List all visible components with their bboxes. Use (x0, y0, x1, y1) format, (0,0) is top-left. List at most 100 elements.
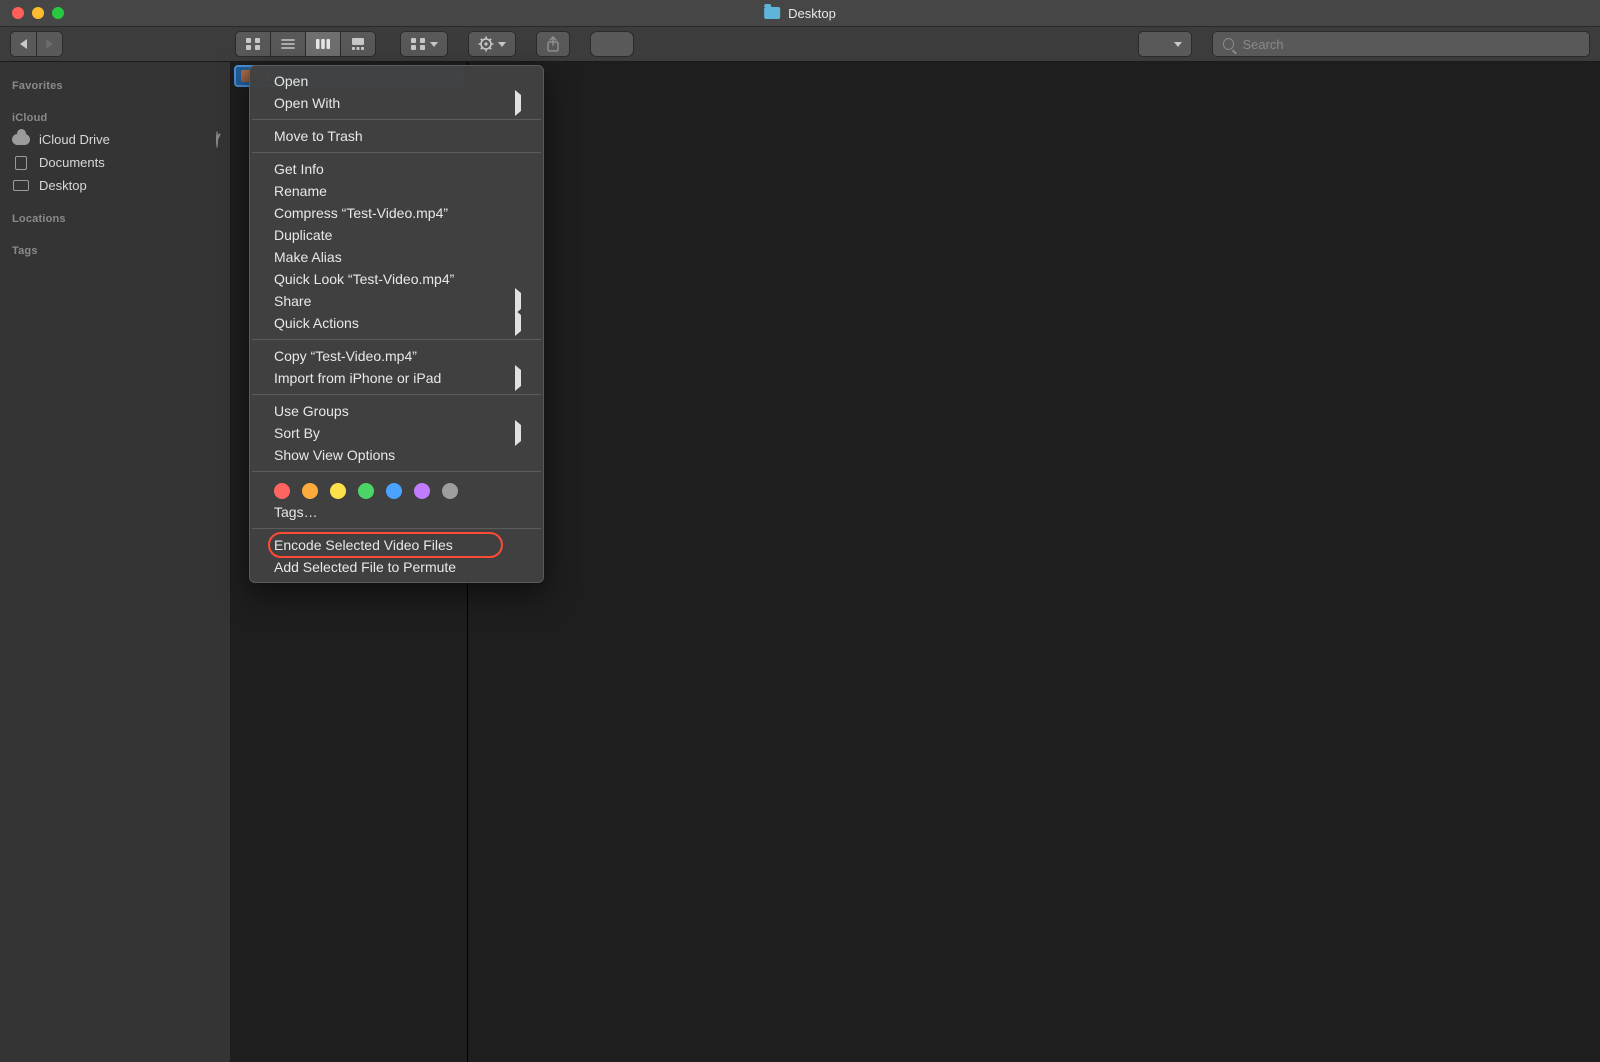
search-input[interactable] (1242, 37, 1579, 52)
view-mode-buttons (235, 31, 376, 57)
sidebar-item-label: Desktop (39, 178, 87, 193)
menu-item-label: Rename (274, 183, 327, 199)
sidebar-header-locations: Locations (0, 207, 230, 229)
menu-item-move-to-trash[interactable]: Move to Trash (250, 125, 543, 147)
gear-icon (478, 36, 494, 52)
menu-item-label: Sort By (274, 425, 320, 441)
gallery-view-button[interactable] (341, 32, 375, 56)
menu-item-open[interactable]: Open (250, 70, 543, 92)
zoom-window-button[interactable] (52, 7, 64, 19)
menu-item-label: Copy “Test-Video.mp4” (274, 348, 417, 364)
sidebar-header-icloud: iCloud (0, 106, 230, 128)
gallery-icon (350, 37, 366, 51)
menu-item-label: Move to Trash (274, 128, 363, 144)
close-window-button[interactable] (12, 7, 24, 19)
titlebar: Desktop (0, 0, 1600, 27)
submenu-arrow-icon (515, 310, 521, 336)
menu-item-label: Tags… (274, 504, 318, 520)
menu-item-label: Compress “Test-Video.mp4” (274, 205, 448, 221)
path-dropdown[interactable] (1138, 31, 1192, 57)
submenu-arrow-icon (515, 90, 521, 116)
submenu-arrow-icon (515, 420, 521, 446)
forward-button[interactable] (37, 32, 62, 56)
menu-item-rename[interactable]: Rename (250, 180, 543, 202)
menu-item-label: Duplicate (274, 227, 332, 243)
toolbar (0, 27, 1600, 62)
menu-item-label: Open With (274, 95, 340, 111)
folder-icon (764, 7, 780, 19)
sidebar: Favorites iCloud iCloud Drive Documents … (0, 62, 231, 1062)
action-button[interactable] (468, 31, 516, 57)
menu-separator (252, 152, 541, 153)
tag-color-dot[interactable] (414, 483, 430, 499)
menu-item-label: Quick Look “Test-Video.mp4” (274, 271, 454, 287)
menu-separator (252, 394, 541, 395)
list-view-button[interactable] (271, 32, 306, 56)
chevron-down-icon (430, 42, 438, 47)
menu-item-label: Make Alias (274, 249, 342, 265)
window-controls (0, 7, 64, 19)
menu-item-sort-by[interactable]: Sort By (250, 422, 543, 444)
menu-item-add-selected-file-to-permute[interactable]: Add Selected File to Permute (250, 556, 543, 578)
submenu-arrow-icon (515, 365, 521, 391)
tag-color-dot[interactable] (358, 483, 374, 499)
context-menu: Open Open With Move to Trash Get Info Rename… (249, 65, 544, 583)
columns-icon (315, 37, 331, 51)
minimize-window-button[interactable] (32, 7, 44, 19)
menu-item-label: Get Info (274, 161, 324, 177)
tag-color-dot[interactable] (330, 483, 346, 499)
menu-separator (252, 528, 541, 529)
menu-item-tags[interactable]: Tags… (250, 501, 543, 523)
sidebar-item-label: Documents (39, 155, 105, 170)
sidebar-header-favorites: Favorites (0, 74, 230, 96)
chevron-down-icon (498, 42, 506, 47)
menu-separator (252, 119, 541, 120)
menu-item-make-alias[interactable]: Make Alias (250, 246, 543, 268)
chevron-down-icon (1174, 42, 1182, 47)
menu-item-share[interactable]: Share (250, 290, 543, 312)
menu-separator (252, 471, 541, 472)
menu-item-open-with[interactable]: Open With (250, 92, 543, 114)
menu-item-label: Add Selected File to Permute (274, 559, 456, 575)
icon-view-button[interactable] (236, 32, 271, 56)
menu-separator (252, 339, 541, 340)
sidebar-item-icloud-drive[interactable]: iCloud Drive (0, 128, 230, 151)
menu-tag-colors (250, 477, 543, 501)
menu-item-use-groups[interactable]: Use Groups (250, 400, 543, 422)
menu-item-get-info[interactable]: Get Info (250, 158, 543, 180)
sidebar-item-desktop[interactable]: Desktop (0, 174, 230, 197)
menu-item-label: Show View Options (274, 447, 395, 463)
menu-item-import-from-iphone-or-ipad[interactable]: Import from iPhone or iPad (250, 367, 543, 389)
preview-column (468, 62, 1600, 1062)
sidebar-item-documents[interactable]: Documents (0, 151, 230, 174)
menu-item-label: Quick Actions (274, 315, 359, 331)
cloud-icon (12, 134, 30, 145)
tag-color-dot[interactable] (302, 483, 318, 499)
search-icon (1223, 38, 1234, 50)
menu-item-duplicate[interactable]: Duplicate (250, 224, 543, 246)
search-field[interactable] (1212, 31, 1590, 57)
group-by-button[interactable] (400, 31, 448, 57)
menu-item-quick-look-test-video-mp4[interactable]: Quick Look “Test-Video.mp4” (250, 268, 543, 290)
window-title-text: Desktop (788, 6, 836, 21)
menu-item-compress-test-video-mp4[interactable]: Compress “Test-Video.mp4” (250, 202, 543, 224)
tag-color-dot[interactable] (274, 483, 290, 499)
menu-item-label: Import from iPhone or iPad (274, 370, 441, 386)
menu-item-copy-test-video-mp4[interactable]: Copy “Test-Video.mp4” (250, 345, 543, 367)
menu-item-quick-actions[interactable]: Quick Actions (250, 312, 543, 334)
tags-button[interactable] (590, 31, 634, 57)
grid-icon (245, 37, 261, 51)
list-icon (280, 37, 296, 51)
progress-icon (216, 131, 218, 148)
back-button[interactable] (11, 32, 37, 56)
menu-item-show-view-options[interactable]: Show View Options (250, 444, 543, 466)
main-area: Favorites iCloud iCloud Drive Documents … (0, 62, 1600, 1062)
menu-item-encode-selected-video-files[interactable]: Encode Selected Video Files (250, 534, 543, 556)
tag-color-dot[interactable] (386, 483, 402, 499)
window-title: Desktop (764, 6, 836, 21)
column-view-button[interactable] (306, 32, 341, 56)
grid-small-icon (410, 37, 426, 51)
share-button[interactable] (536, 31, 570, 57)
tag-color-dot[interactable] (442, 483, 458, 499)
menu-item-label: Encode Selected Video Files (274, 537, 453, 553)
